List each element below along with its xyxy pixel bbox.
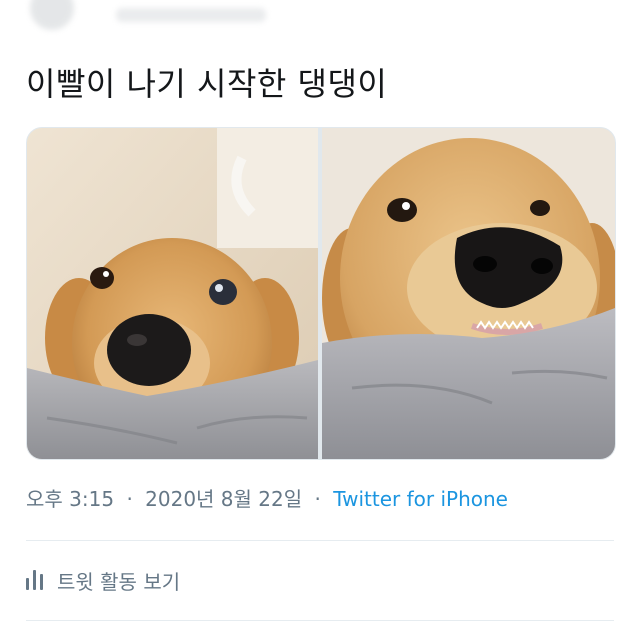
divider bbox=[26, 620, 614, 621]
tweet-media-grid bbox=[26, 127, 616, 460]
meta-separator: · bbox=[126, 487, 133, 511]
tweet-author-header[interactable] bbox=[20, 0, 320, 36]
tweet-meta: 오후 3:15 · 2020년 8월 22일 · Twitter for iPh… bbox=[26, 482, 508, 516]
author-name-blurred bbox=[116, 8, 266, 22]
divider bbox=[26, 540, 614, 541]
tweet-source-link[interactable]: Twitter for iPhone bbox=[333, 487, 508, 511]
tweet-detail-view: 이빨이 나기 시작한 댕댕이 오후 3:15 · 2020년 8월 22일 · … bbox=[0, 0, 640, 640]
puppy-photo-right bbox=[322, 128, 615, 459]
tweet-activity-label: 트윗 활동 보기 bbox=[57, 569, 181, 594]
tweet-text: 이빨이 나기 시작한 댕댕이 bbox=[26, 65, 388, 103]
tweet-photo-2[interactable] bbox=[322, 128, 615, 459]
tweet-date[interactable]: 2020년 8월 22일 bbox=[145, 487, 302, 511]
tweet-activity-button[interactable]: 트윗 활동 보기 bbox=[26, 560, 180, 600]
tweet-time[interactable]: 오후 3:15 bbox=[26, 487, 114, 511]
puppy-photo-left bbox=[27, 128, 318, 459]
meta-separator: · bbox=[314, 487, 321, 511]
tweet-photo-1[interactable] bbox=[27, 128, 318, 459]
avatar[interactable] bbox=[30, 0, 74, 30]
bar-chart-icon bbox=[26, 570, 43, 590]
